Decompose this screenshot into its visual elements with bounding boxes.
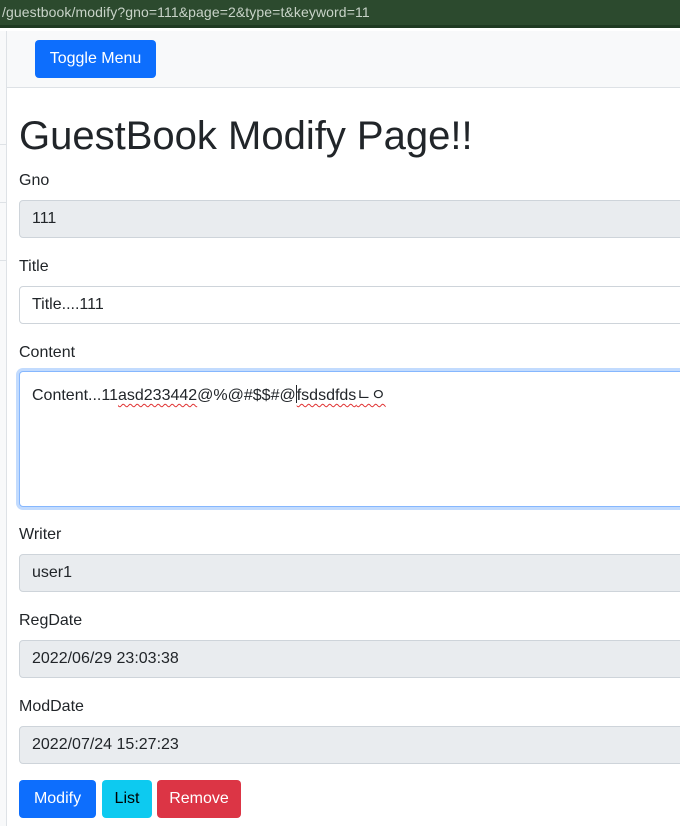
sidebar-divider xyxy=(0,260,7,261)
content-text-korean: ㄴㅇ xyxy=(356,387,386,404)
title-value: Title....111 xyxy=(32,296,104,313)
content-label: Content xyxy=(19,344,76,361)
gno-value: 111 xyxy=(32,210,57,227)
page-title: GuestBook Modify Page!! xyxy=(19,114,473,158)
sidebar-divider xyxy=(0,202,7,203)
toggle-menu-button[interactable]: Toggle Menu xyxy=(35,40,156,78)
writer-input[interactable]: user1 xyxy=(19,554,680,592)
content-text-plain: Content...11 xyxy=(32,387,118,404)
regdate-label: RegDate xyxy=(19,612,83,629)
list-button[interactable]: List xyxy=(102,780,152,818)
content-text-misspelled: asd233442 xyxy=(117,387,198,404)
content-text-misspelled: fsdsdfds xyxy=(296,387,357,404)
modify-button[interactable]: Modify xyxy=(19,780,96,818)
sidebar-divider xyxy=(0,144,7,145)
writer-value: user1 xyxy=(32,564,73,581)
writer-label: Writer xyxy=(19,526,62,543)
top-navbar: Toggle Menu xyxy=(7,31,680,88)
remove-button[interactable]: Remove xyxy=(157,780,241,818)
regdate-value: 2022/06/29 23:03:38 xyxy=(32,650,179,667)
browser-url-text: /guestbook/modify?gno=111&page=2&type=t&… xyxy=(2,4,370,20)
moddate-input[interactable]: 2022/07/24 15:27:23 xyxy=(19,726,680,764)
title-input[interactable]: Title....111 xyxy=(19,286,680,324)
gno-input[interactable]: 111 xyxy=(19,200,680,238)
gno-label: Gno xyxy=(19,172,50,189)
regdate-input[interactable]: 2022/06/29 23:03:38 xyxy=(19,640,680,678)
content-text-symbols: @%@#$$#@ xyxy=(197,387,296,404)
title-label: Title xyxy=(19,258,49,275)
moddate-value: 2022/07/24 15:27:23 xyxy=(32,736,179,753)
browser-address-bar[interactable]: /guestbook/modify?gno=111&page=2&type=t&… xyxy=(0,0,680,28)
sidebar-edge xyxy=(0,31,7,826)
moddate-label: ModDate xyxy=(19,698,84,715)
content-textarea[interactable]: Content...11asd233442@%@#$$#@fsdsdfdsㄴㅇ xyxy=(19,371,680,507)
